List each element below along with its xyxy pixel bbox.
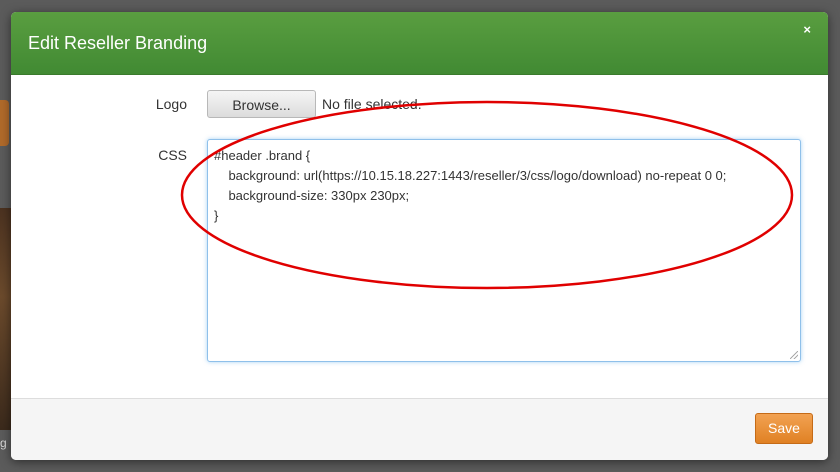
background-text-fragment: g xyxy=(0,436,7,450)
background-image-fragment xyxy=(0,208,11,430)
edit-branding-modal: Edit Reseller Branding × Logo Browse... … xyxy=(11,12,828,460)
background-button-fragment xyxy=(0,100,9,146)
css-textarea[interactable]: #header .brand { background: url(https:/… xyxy=(207,139,801,362)
css-textarea-content: #header .brand { background: url(https:/… xyxy=(214,148,727,223)
close-icon[interactable]: × xyxy=(803,22,811,37)
modal-footer: Save xyxy=(11,398,828,460)
file-status-text: No file selected. xyxy=(322,96,422,112)
save-button[interactable]: Save xyxy=(755,413,813,444)
css-label: CSS xyxy=(158,147,187,163)
resize-handle-icon[interactable] xyxy=(790,351,798,359)
logo-label: Logo xyxy=(155,96,187,112)
modal-title: Edit Reseller Branding xyxy=(28,33,208,53)
browse-button[interactable]: Browse... xyxy=(207,90,316,118)
modal-header: Edit Reseller Branding × xyxy=(11,12,828,75)
